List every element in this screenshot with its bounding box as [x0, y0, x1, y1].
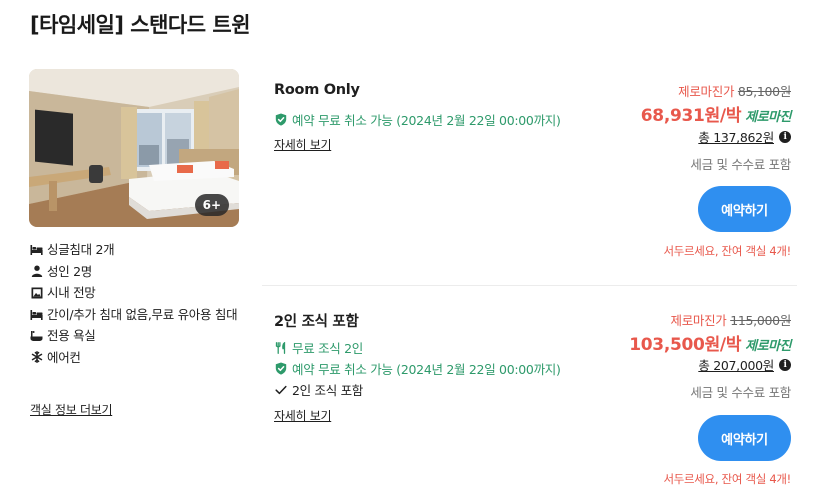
original-price: 제로마진가 85,100원: [678, 81, 791, 100]
amenity-label: 성인 2명: [47, 263, 92, 279]
nightly-price: 68,931원/박 제로마진: [640, 101, 792, 126]
free-breakfast-feature: 무료 조식 2인: [274, 338, 363, 357]
room-photo[interactable]: 6+: [29, 69, 239, 227]
original-price-value: 85,100원: [737, 84, 791, 99]
rate-option-room-only: Room Only 예약 무료 취소 가능 (2024년 2월 22일 00:0…: [262, 74, 797, 284]
amenity-item: 싱글침대 2개: [30, 241, 245, 258]
person-icon: [30, 265, 43, 278]
amenity-label: 에어컨: [47, 349, 81, 365]
amenity-label: 시내 전망: [47, 285, 96, 300]
window-view-icon: [30, 286, 43, 299]
shield-check-icon: [274, 113, 287, 126]
tax-note: 세금 및 수수료 포함: [690, 157, 791, 172]
rate-option-name: 2인 조식 포함: [274, 314, 359, 330]
room-amenities-list: 싱글침대 2개 성인 2명 시내 전망 간이/추가 침대 없음,무료 유아용 침…: [30, 241, 245, 370]
book-button[interactable]: 예약하기: [698, 415, 791, 461]
breakfast-included-feature: 2인 조식 포함: [274, 380, 363, 399]
amenity-item: 성인 2명: [30, 263, 245, 280]
feature-text: 예약 무료 취소 가능 (2024년 2월 22일 00:00까지): [292, 362, 561, 377]
total-price-text[interactable]: 총 207,000원: [698, 355, 774, 374]
nightly-price-amount: 103,500원/박: [629, 335, 742, 355]
details-link[interactable]: 자세히 보기: [274, 136, 332, 153]
original-price-value: 115,000원: [730, 313, 791, 328]
amenity-item: 간이/추가 침대 없음,무료 유아용 침대: [30, 306, 245, 323]
bathtub-icon: [30, 329, 43, 342]
total-price: 총 137,862원 i: [698, 127, 791, 146]
checkmark-icon: [274, 383, 287, 396]
original-price: 제로마진가 115,000원: [671, 310, 792, 329]
feature-text: 무료 조식 2인: [292, 341, 363, 356]
shield-check-icon: [274, 362, 287, 375]
info-icon[interactable]: i: [779, 358, 791, 371]
nightly-price: 103,500원/박 제로마진: [629, 330, 791, 355]
snowflake-icon: [30, 351, 43, 364]
total-price-text[interactable]: 총 137,862원: [698, 127, 774, 146]
amenity-label: 간이/추가 침대 없음,무료 유아용 침대: [47, 306, 238, 322]
original-price-label: 제로마진가: [670, 313, 727, 328]
info-icon[interactable]: i: [779, 130, 791, 143]
bed-icon: [30, 243, 43, 256]
rate-option-name: Room Only: [274, 82, 360, 98]
original-price-label: 제로마진가: [678, 84, 735, 99]
feature-text: 2인 조식 포함: [292, 383, 363, 398]
photo-count-badge[interactable]: 6+: [194, 194, 229, 216]
free-cancel-feature: 예약 무료 취소 가능 (2024년 2월 22일 00:00까지): [274, 359, 561, 378]
room-info-more-link[interactable]: 객실 정보 더보기: [30, 401, 113, 418]
offer-divider: [262, 285, 797, 286]
feature-text: 예약 무료 취소 가능 (2024년 2월 22일 00:00까지): [292, 113, 561, 128]
book-button[interactable]: 예약하기: [698, 186, 791, 232]
amenity-item: 전용 욕실: [30, 327, 245, 344]
fork-knife-icon: [274, 341, 287, 354]
rooms-left-notice: 서두르세요, 잔여 객실 4개!: [663, 472, 791, 486]
amenity-item: 에어컨: [30, 349, 245, 366]
tax-note: 세금 및 수수료 포함: [690, 385, 791, 400]
zero-margin-tag: 제로마진: [745, 110, 791, 125]
total-price: 총 207,000원 i: [698, 355, 791, 374]
details-link[interactable]: 자세히 보기: [274, 407, 332, 424]
amenity-label: 전용 욕실: [47, 328, 96, 343]
nightly-price-amount: 68,931원/박: [640, 106, 742, 126]
rate-option-breakfast: 2인 조식 포함 무료 조식 2인 예약 무료 취소 가능 (2024년 2월 …: [262, 302, 797, 496]
amenity-label: 싱글침대 2개: [47, 242, 115, 257]
room-title: [타임세일] 스탠다드 트윈: [30, 13, 251, 37]
bed-icon: [30, 308, 43, 321]
rooms-left-notice: 서두르세요, 잔여 객실 4개!: [663, 244, 791, 258]
amenity-item: 시내 전망: [30, 284, 245, 301]
zero-margin-tag: 제로마진: [745, 339, 791, 354]
free-cancel-feature: 예약 무료 취소 가능 (2024년 2월 22일 00:00까지): [274, 110, 561, 129]
